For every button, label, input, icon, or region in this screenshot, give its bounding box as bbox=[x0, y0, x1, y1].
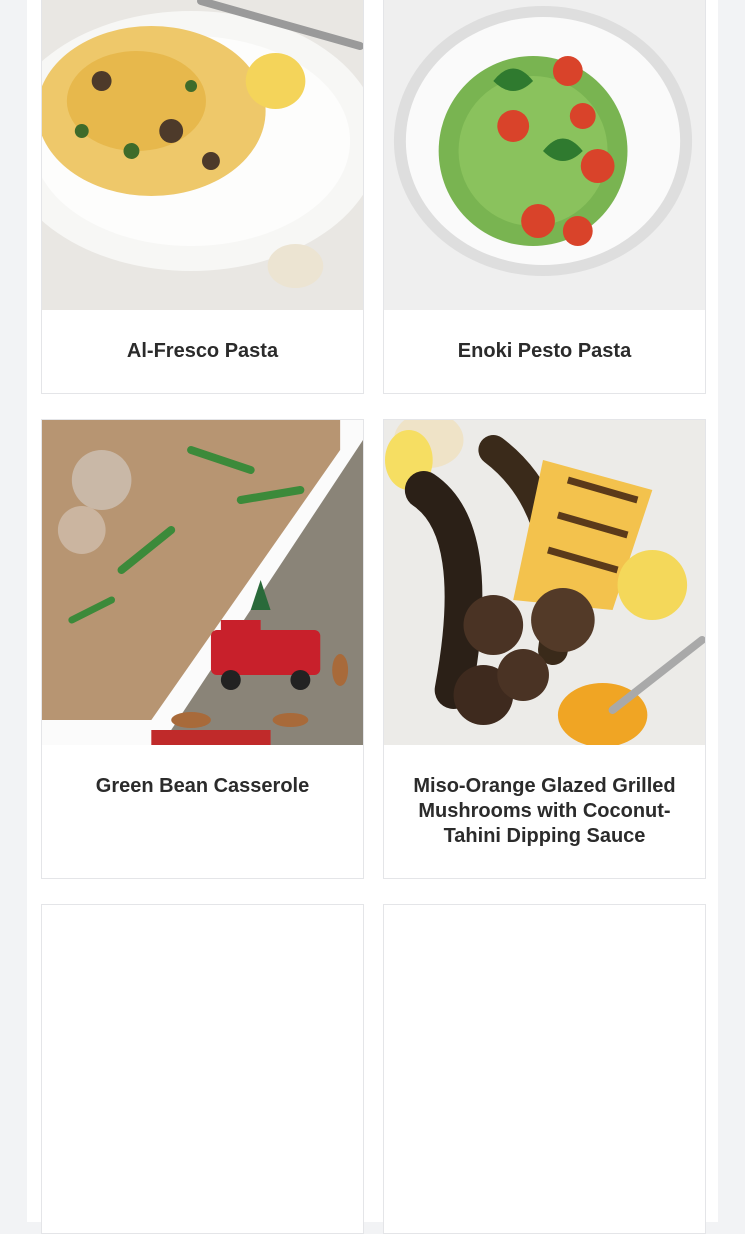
recipe-title[interactable]: Green Bean Casserole bbox=[54, 774, 351, 799]
recipe-photo[interactable] bbox=[42, 0, 363, 310]
recipe-card[interactable] bbox=[383, 904, 706, 1234]
recipe-card[interactable]: Al-Fresco Pasta bbox=[41, 0, 364, 394]
recipe-card[interactable]: Green Bean Casserole bbox=[41, 419, 364, 879]
recipe-card[interactable]: Enoki Pesto Pasta bbox=[383, 0, 706, 394]
recipe-grid: Al-Fresco Pasta Enoki Pesto Pasta Green … bbox=[27, 0, 718, 1234]
recipe-title[interactable]: Miso-Orange Glazed Grilled Mushrooms wit… bbox=[396, 774, 693, 849]
recipe-photo[interactable] bbox=[384, 420, 705, 745]
recipe-photo[interactable] bbox=[42, 420, 363, 745]
recipe-card[interactable]: Miso-Orange Glazed Grilled Mushrooms wit… bbox=[383, 419, 706, 879]
recipe-photo[interactable] bbox=[384, 0, 705, 310]
recipe-photo-placeholder bbox=[42, 905, 363, 1224]
recipe-title[interactable]: Al-Fresco Pasta bbox=[54, 339, 351, 364]
recipe-photo-placeholder bbox=[384, 905, 705, 1224]
recipe-card[interactable] bbox=[41, 904, 364, 1234]
recipe-title[interactable]: Enoki Pesto Pasta bbox=[396, 339, 693, 364]
